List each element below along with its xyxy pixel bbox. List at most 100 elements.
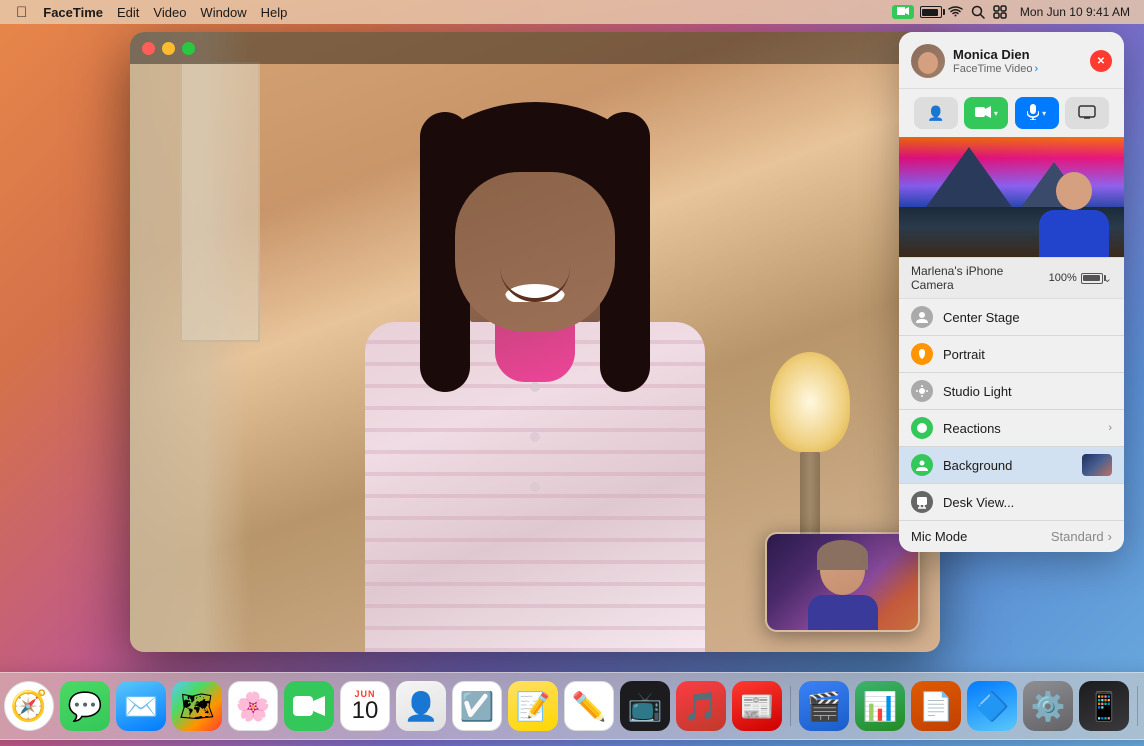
dock-reminders[interactable]: ☑️ [452, 681, 502, 731]
dock-pages[interactable]: 📄 [911, 681, 961, 731]
dock-contacts[interactable]: 👤 [396, 681, 446, 731]
shirt-buttons [530, 382, 540, 492]
battery-indicator [1081, 273, 1103, 284]
video-toggle-button[interactable]: ▾ [964, 97, 1008, 129]
reactions-label: Reactions [943, 421, 1098, 436]
dock-photos[interactable]: 🌸 [228, 681, 278, 731]
dock-mail[interactable]: ✉️ [116, 681, 166, 731]
dock-freeform[interactable]: ✏️ [564, 681, 614, 731]
contact-text: Monica Dien FaceTime Video › [953, 47, 1038, 75]
battery-fill [922, 9, 938, 16]
background-icon [911, 454, 933, 476]
studio-light-label: Studio Light [943, 384, 1112, 399]
dock-separator-2 [1137, 686, 1138, 726]
dock-keynote[interactable]: 🎬 [799, 681, 849, 731]
battery-icon [920, 6, 942, 18]
picture-in-picture-video[interactable] [765, 532, 920, 632]
contact-info: Monica Dien FaceTime Video › [911, 44, 1038, 78]
video-menu[interactable]: Video [147, 0, 192, 24]
video-preview-image [899, 137, 1124, 257]
person-torso [365, 322, 705, 652]
dock-music[interactable]: 🎵 [676, 681, 726, 731]
portrait-item[interactable]: Portrait [899, 336, 1124, 372]
background-thumbnail [1082, 454, 1112, 476]
menubar:  FaceTime Edit Video Window Help [0, 0, 1144, 24]
apple-menu[interactable]:  [8, 0, 35, 24]
dock-numbers[interactable]: 📊 [855, 681, 905, 731]
pip-body [808, 595, 878, 632]
notification-panel: Monica Dien FaceTime Video › 👤 ▾ [899, 32, 1124, 552]
menubar-right: Mon Jun 10 9:41 AM [892, 0, 1136, 24]
window-titlebar [130, 32, 940, 64]
dock-iphone-mirror[interactable]: 📱 [1079, 681, 1129, 731]
call-controls-row: 👤 ▾ ▾ [899, 88, 1124, 137]
mic-icon [1027, 104, 1039, 123]
center-stage-item[interactable]: Center Stage [899, 299, 1124, 335]
dock-messages[interactable]: 💬 [60, 681, 110, 731]
preview-person [1034, 157, 1114, 257]
mic-mode-row[interactable]: Mic Mode Standard › [899, 521, 1124, 552]
background-item[interactable]: Background [899, 447, 1124, 483]
video-icon [975, 105, 991, 121]
video-dropdown-icon: ▾ [994, 109, 998, 118]
contact-header: Monica Dien FaceTime Video › [899, 32, 1124, 88]
help-menu[interactable]: Help [255, 0, 294, 24]
camera-name-label: Marlena's iPhone Camera [911, 264, 1049, 292]
dock-separator [790, 686, 791, 726]
battery-percentage: 100% [1049, 272, 1077, 284]
close-window-button[interactable] [142, 42, 155, 55]
dock-facetime[interactable] [284, 681, 334, 731]
dock: 🚀 🧭 💬 ✉️ 🗺 🌸 JUN 10 👤 ☑️ 📝 ✏️ 📺 [0, 672, 1144, 740]
battery-fill-inner [1083, 275, 1100, 281]
mic-dropdown-icon: ▾ [1042, 109, 1046, 118]
dock-maps[interactable]: 🗺 [172, 681, 222, 731]
close-call-button[interactable] [1090, 50, 1112, 72]
person-head [435, 112, 635, 342]
desk-view-item[interactable]: Desk View... [899, 484, 1124, 520]
dock-news[interactable]: 📰 [732, 681, 782, 731]
dock-calendar[interactable]: JUN 10 [340, 681, 390, 731]
maximize-window-button[interactable] [182, 42, 195, 55]
dock-notes[interactable]: 📝 [508, 681, 558, 731]
app-name-menu[interactable]: FaceTime [37, 0, 109, 24]
minimize-window-button[interactable] [162, 42, 175, 55]
facetime-menubar-icon[interactable] [892, 5, 914, 19]
room-window [180, 62, 260, 342]
video-feed-background [130, 32, 940, 652]
reactions-arrow: › [1108, 422, 1112, 434]
dock-safari[interactable]: 🧭 [4, 681, 54, 731]
contact-name: Monica Dien [953, 47, 1038, 63]
studio-light-icon [911, 380, 933, 402]
dock-appletv[interactable]: 📺 [620, 681, 670, 731]
shirt-button-3 [530, 482, 540, 492]
person-face [455, 172, 615, 332]
camera-source-row: Marlena's iPhone Camera 100% ⌄ [899, 257, 1124, 298]
desk-view-icon [911, 491, 933, 513]
portrait-icon [911, 343, 933, 365]
contact-subtitle: FaceTime Video › [953, 63, 1038, 75]
mute-person-button[interactable]: 👤 [914, 97, 958, 129]
window-menu[interactable]: Window [194, 0, 252, 24]
dock-settings[interactable]: ⚙️ [1023, 681, 1073, 731]
mic-mode-arrow: › [1108, 529, 1112, 544]
effects-menu: Center Stage Portrait Studio Light React… [899, 298, 1124, 552]
person-icon: 👤 [927, 105, 944, 122]
avatar-head [918, 52, 938, 74]
reactions-icon [911, 417, 933, 439]
thumbnail-bg [1082, 454, 1112, 476]
mic-toggle-button[interactable]: ▾ [1015, 97, 1059, 129]
studio-light-item[interactable]: Studio Light [899, 373, 1124, 409]
screen-share-button[interactable] [1065, 97, 1109, 129]
edit-menu[interactable]: Edit [111, 0, 145, 24]
dock-appstore[interactable]: 🔷 [967, 681, 1017, 731]
shirt-button-2 [530, 432, 540, 442]
control-center-icon[interactable] [992, 4, 1008, 20]
search-menubar-icon[interactable] [970, 4, 986, 20]
center-stage-label: Center Stage [943, 310, 1112, 325]
reactions-item[interactable]: Reactions › [899, 410, 1124, 446]
clock[interactable]: Mon Jun 10 9:41 AM [1014, 0, 1136, 24]
pip-hair [817, 540, 868, 570]
avatar-inner [911, 44, 945, 78]
video-person [250, 52, 820, 652]
mic-mode-label: Mic Mode [911, 529, 967, 544]
